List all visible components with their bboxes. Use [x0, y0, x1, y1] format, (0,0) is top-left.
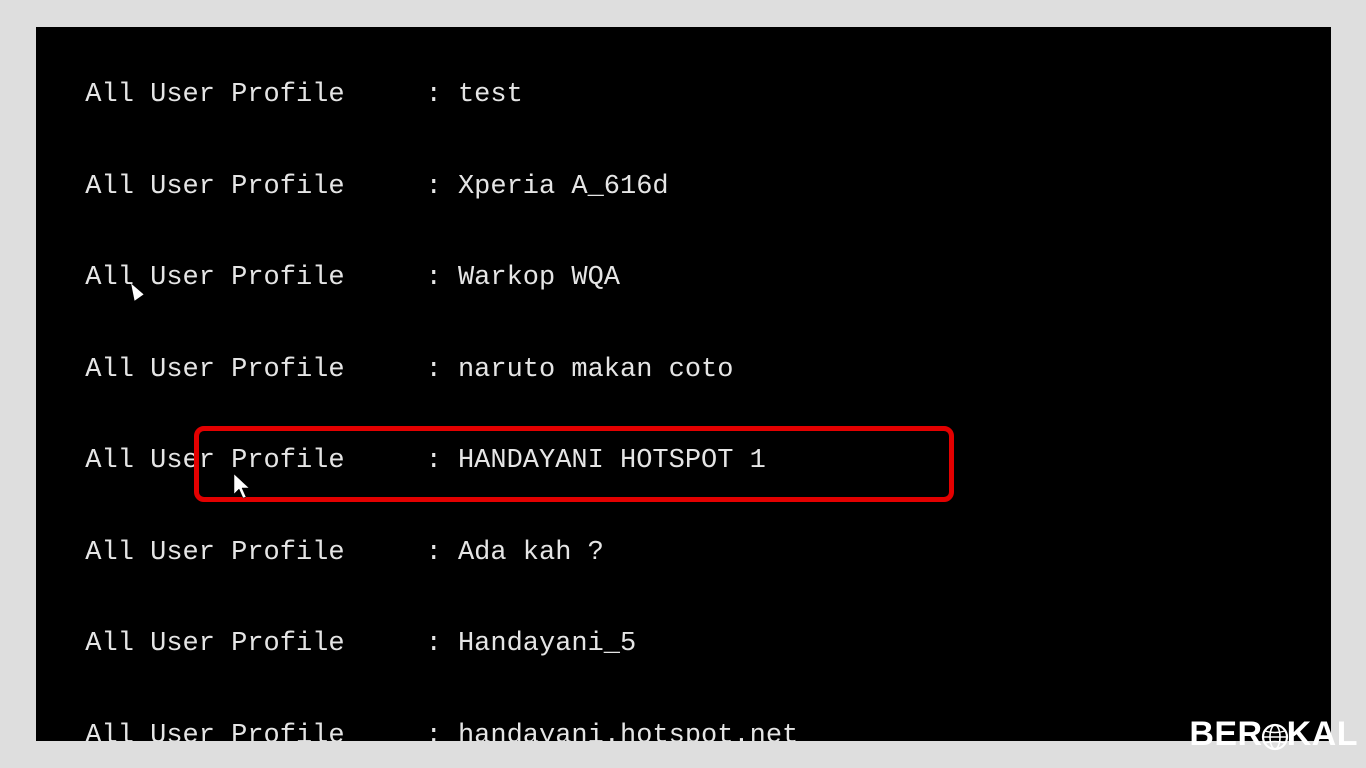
globe-icon: [1261, 721, 1289, 749]
profile-value: test: [458, 80, 523, 110]
profile-row: All User Profile : HANDAYANI HOTSPOT 1: [36, 446, 1009, 477]
watermark-text: KAL: [1287, 715, 1358, 754]
profile-label: All User Profile: [36, 172, 345, 202]
profile-value: Ada kah ?: [458, 538, 604, 568]
profile-label: All User Profile: [36, 355, 345, 385]
watermark-text: BER: [1189, 715, 1262, 754]
watermark-logo: BER KAL: [1189, 715, 1358, 754]
profile-row: All User Profile : Warkop WQA: [36, 263, 1009, 294]
terminal-window[interactable]: All User Profile : test All User Profile…: [36, 27, 1331, 741]
profile-row: All User Profile : test: [36, 80, 1009, 111]
profile-label: All User Profile: [36, 80, 345, 110]
profile-value: naruto makan coto: [458, 355, 733, 385]
profile-row: All User Profile : handayani.hotspot.net: [36, 721, 1009, 742]
terminal-output: All User Profile : test All User Profile…: [36, 27, 1009, 741]
profile-value: Xperia A_616d: [458, 172, 669, 202]
profile-value: Warkop WQA: [458, 263, 620, 293]
profile-label: All User Profile: [36, 629, 345, 659]
profile-label: All User Profile: [36, 446, 345, 476]
profile-label: All User Profile: [36, 538, 345, 568]
profile-row: All User Profile : Handayani_5: [36, 629, 1009, 660]
profile-row: All User Profile : Xperia A_616d: [36, 172, 1009, 203]
profile-value: handayani.hotspot.net: [458, 721, 798, 742]
profile-label: All User Profile: [36, 263, 345, 293]
profile-row: All User Profile : naruto makan coto: [36, 355, 1009, 386]
profile-row: All User Profile : Ada kah ?: [36, 538, 1009, 569]
profile-value: Handayani_5: [458, 629, 636, 659]
profile-label: All User Profile: [36, 721, 345, 742]
profile-value: HANDAYANI HOTSPOT 1: [458, 446, 766, 476]
